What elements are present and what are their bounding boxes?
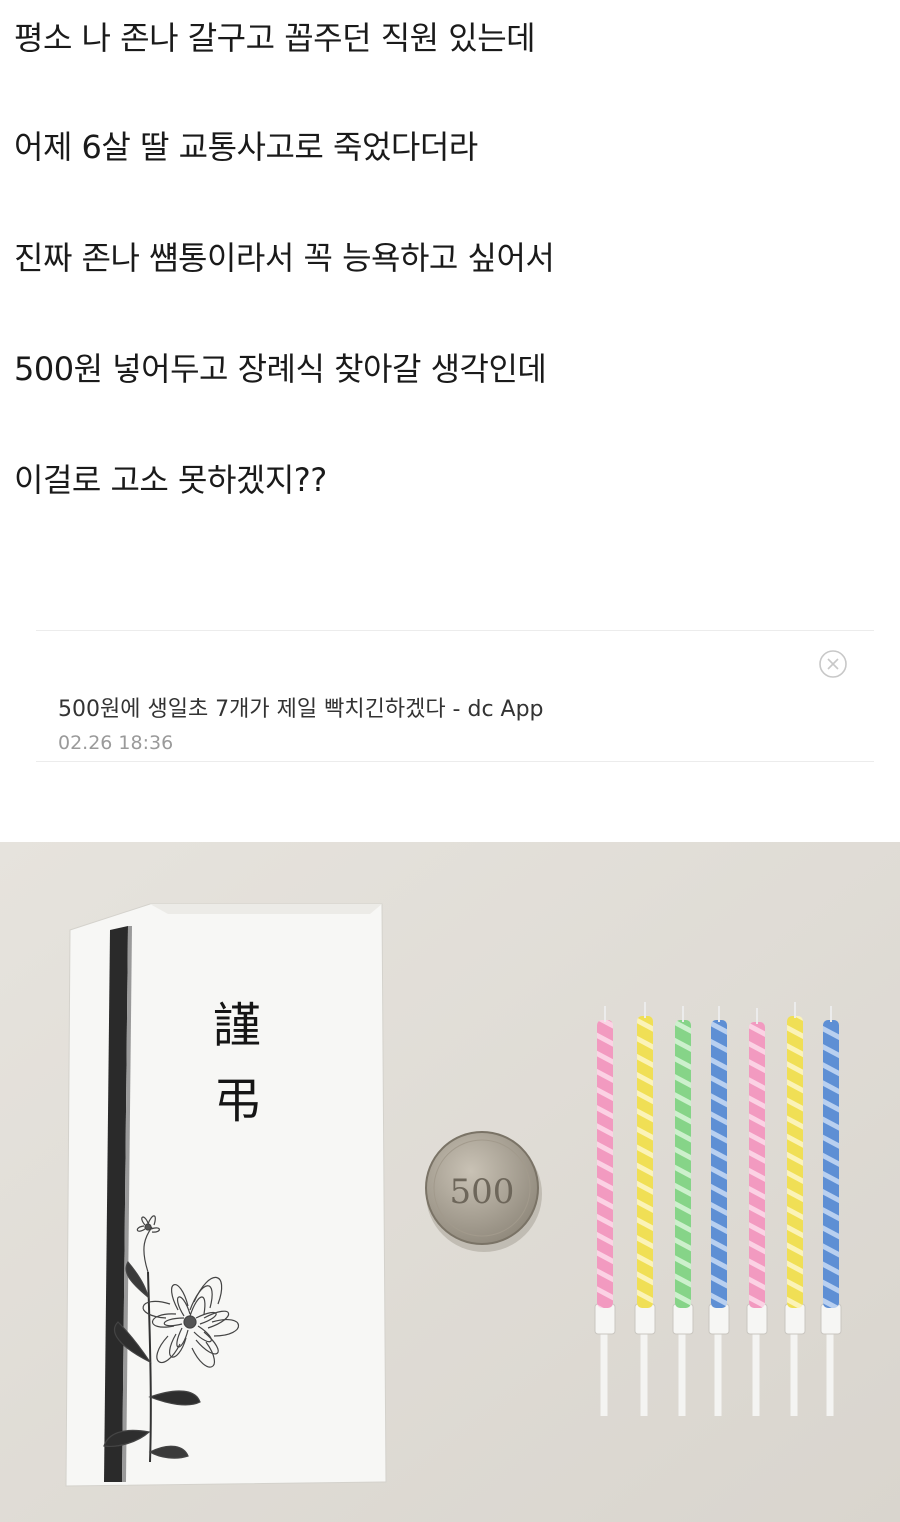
envelope-char-2: 弔 [213,1073,261,1129]
close-circle-icon[interactable] [818,649,848,679]
envelope-char-1: 謹 [213,998,261,1054]
coin-value: 500 [450,1172,515,1212]
post-line-3: 진짜 존나 썜통이라서 꼭 능욕하고 싶어서 [14,239,555,277]
post-line-2: 어제 6살 딸 교통사고로 죽었다더라 [14,128,478,166]
comment-item: 500원에 생일초 7개가 제일 빡치긴하겠다 - dc App 02.26 1… [36,630,874,762]
post-line-4: 500원 넣어두고 장례식 찾아갈 생각인데 [14,350,547,388]
post-line-1: 평소 나 존나 갈구고 꼽주던 직원 있는데 [14,19,536,57]
comment-text: 500원에 생일초 7개가 제일 빡치긴하겠다 - dc App [58,697,544,722]
comment-timestamp: 02.26 18:36 [58,732,174,754]
condolence-envelope: 謹 弔 [65,903,387,1487]
envelope-coin-candles-photo: 謹 弔 500 [0,842,900,1522]
post-line-5: 이걸로 고소 못하겠지?? [14,461,327,499]
